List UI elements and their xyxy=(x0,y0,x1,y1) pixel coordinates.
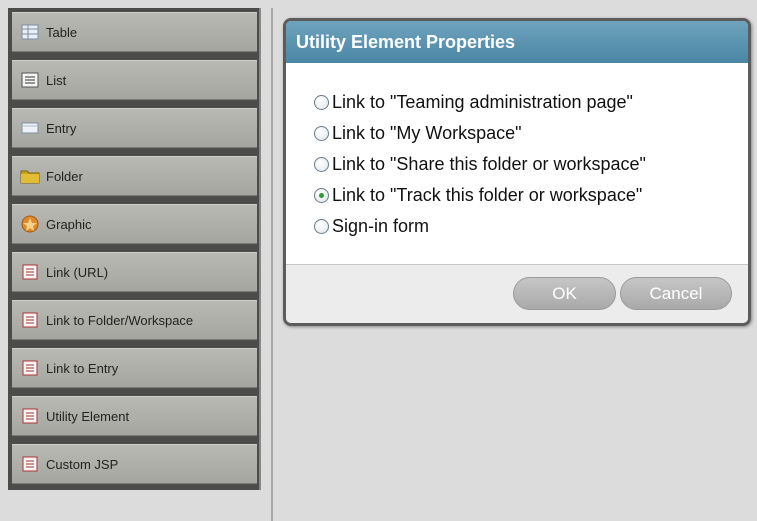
palette-item-folder[interactable]: Folder xyxy=(12,156,257,196)
palette-item-label: List xyxy=(46,72,67,88)
radio-button[interactable] xyxy=(314,157,329,172)
custom-jsp-icon xyxy=(20,455,40,473)
palette-item-custom-jsp[interactable]: Custom JSP xyxy=(12,444,257,484)
folder-icon xyxy=(20,167,40,185)
link-folder-icon xyxy=(20,311,40,329)
palette-item-label: Graphic xyxy=(46,216,92,232)
palette-item-list[interactable]: List xyxy=(12,60,257,100)
radio-button[interactable] xyxy=(314,219,329,234)
option-label: Link to "Teaming administration page" xyxy=(332,92,633,112)
option-label: Link to "Share this folder or workspace" xyxy=(332,154,646,174)
element-palette: Table List Entry Folder Graphic Link (UR… xyxy=(8,8,261,490)
radio-button-selected[interactable] xyxy=(314,188,329,203)
palette-item-label: Folder xyxy=(46,168,83,184)
palette-item-link-url[interactable]: Link (URL) xyxy=(12,252,257,292)
palette-item-label: Link (URL) xyxy=(46,264,109,280)
dialog-title: Utility Element Properties xyxy=(286,21,748,63)
utility-element-properties-dialog: Utility Element Properties Link to "Team… xyxy=(283,18,751,326)
palette-item-label: Link to Folder/Workspace xyxy=(46,312,194,328)
list-icon xyxy=(20,71,40,89)
radio-button[interactable] xyxy=(314,126,329,141)
palette-item-table[interactable]: Table xyxy=(12,12,257,52)
link-url-icon xyxy=(20,263,40,281)
dialog-footer: OK Cancel xyxy=(286,265,748,323)
palette-item-label: Custom JSP xyxy=(46,456,119,472)
palette-item-label: Link to Entry xyxy=(46,360,119,376)
palette-item-utility-element[interactable]: Utility Element xyxy=(12,396,257,436)
palette-item-graphic[interactable]: Graphic xyxy=(12,204,257,244)
option-label: Sign-in form xyxy=(332,216,430,236)
dialog-body: Link to "Teaming administration page" Li… xyxy=(286,63,748,265)
palette-item-entry[interactable]: Entry xyxy=(12,108,257,148)
palette-item-link-folder-workspace[interactable]: Link to Folder/Workspace xyxy=(12,300,257,340)
table-icon xyxy=(20,23,40,41)
palette-item-label: Table xyxy=(46,24,78,40)
utility-element-icon xyxy=(20,407,40,425)
radio-button[interactable] xyxy=(314,95,329,110)
option-teaming-admin[interactable]: Link to "Teaming administration page" xyxy=(286,87,748,118)
palette-item-label: Utility Element xyxy=(46,408,130,424)
option-share-folder[interactable]: Link to "Share this folder or workspace" xyxy=(286,149,748,180)
app-canvas: Table List Entry Folder Graphic Link (UR… xyxy=(0,0,757,521)
option-sign-in-form[interactable]: Sign-in form xyxy=(286,211,748,242)
graphic-icon xyxy=(20,215,40,233)
option-my-workspace[interactable]: Link to "My Workspace" xyxy=(286,118,748,149)
palette-item-link-entry[interactable]: Link to Entry xyxy=(12,348,257,388)
option-label: Link to "Track this folder or workspace" xyxy=(332,185,643,205)
link-entry-icon xyxy=(20,359,40,377)
cancel-button[interactable]: Cancel xyxy=(620,277,732,310)
option-track-folder[interactable]: Link to "Track this folder or workspace" xyxy=(286,180,748,211)
option-label: Link to "My Workspace" xyxy=(332,123,522,143)
entry-icon xyxy=(20,119,40,137)
ok-button[interactable]: OK xyxy=(513,277,616,310)
palette-item-label: Entry xyxy=(46,120,77,136)
